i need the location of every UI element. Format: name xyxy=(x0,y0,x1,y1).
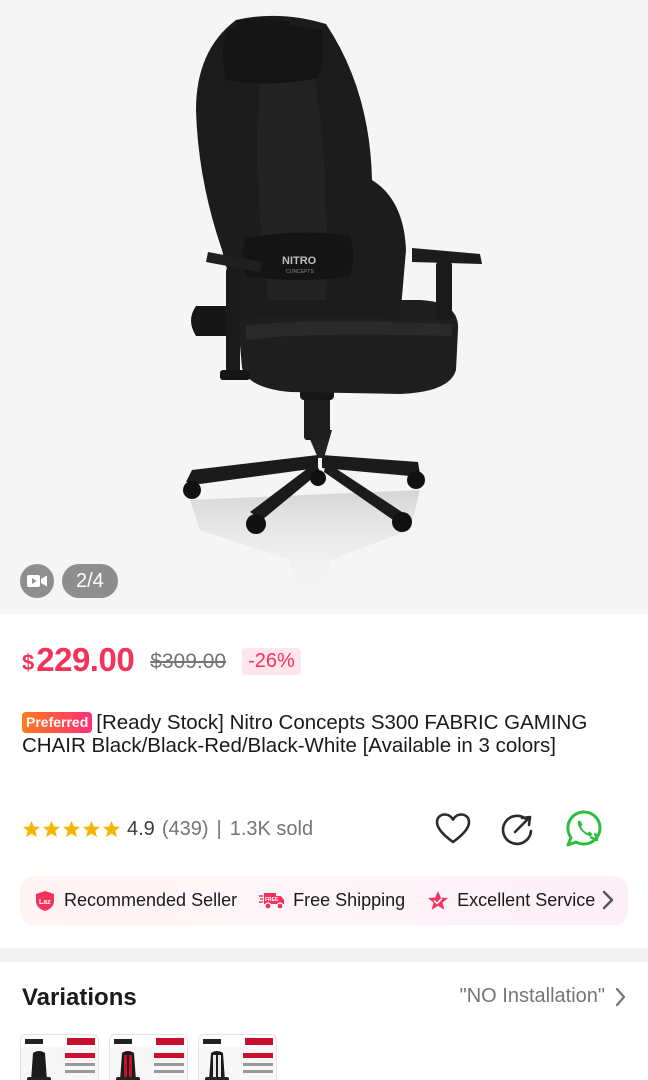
variation-image xyxy=(21,1035,98,1080)
service-label: Recommended Seller xyxy=(64,890,238,910)
star-icon xyxy=(42,820,61,837)
variation-thumb-black-white[interactable] xyxy=(198,1034,277,1080)
preferred-badge: Preferred xyxy=(22,712,93,733)
free-shipping-truck-icon: FREE xyxy=(259,892,285,910)
image-counter: 2/4 xyxy=(62,564,118,598)
wishlist-button[interactable] xyxy=(432,808,474,850)
service-label: Free Shipping xyxy=(293,890,406,910)
chevron-right-icon xyxy=(602,890,614,910)
service-excellent-service[interactable]: Excellent Service xyxy=(427,890,595,912)
variations-title: Variations xyxy=(22,984,137,1011)
variation-thumb-black[interactable] xyxy=(20,1034,99,1080)
svg-text:Laz: Laz xyxy=(39,899,51,906)
services-more-button[interactable] xyxy=(602,890,614,915)
star-icon xyxy=(22,820,41,837)
share-icon xyxy=(501,814,533,846)
rating-stars xyxy=(22,820,121,839)
sold-count: 1.3K sold xyxy=(229,817,314,840)
section-divider xyxy=(0,948,648,962)
chevron-right-icon xyxy=(615,987,626,1006)
product-image: NITRO CONCEPTS xyxy=(183,15,482,610)
rating-row[interactable]: 4.9 (439) | 1.3K sold xyxy=(22,814,313,844)
product-title: Preferred [Ready Stock] Nitro Concepts S3… xyxy=(22,711,622,757)
star-icon xyxy=(82,820,101,837)
star-icon xyxy=(62,820,81,837)
laz-badge-icon: Laz xyxy=(36,890,54,911)
variation-image xyxy=(110,1035,187,1080)
share-button[interactable] xyxy=(497,808,539,850)
svg-text:FREE: FREE xyxy=(265,897,279,903)
star-icon xyxy=(102,820,121,837)
price-currency: $ xyxy=(22,650,35,675)
original-price: $309.00 xyxy=(150,650,227,673)
discount-badge: -26% xyxy=(242,648,301,675)
product-title-text: [Ready Stock] Nitro Concepts S300 FABRIC… xyxy=(22,711,588,757)
heart-icon xyxy=(435,813,471,844)
video-camera-icon xyxy=(27,575,47,587)
whatsapp-share-button[interactable] xyxy=(563,808,605,850)
service-free-shipping[interactable]: FREE Free Shipping xyxy=(259,890,405,911)
product-image-gallery[interactable]: NITRO CONCEPTS 2/4 xyxy=(0,0,648,614)
variations-selector[interactable]: "NO Installation" xyxy=(460,985,626,1008)
service-recommended-seller[interactable]: Laz Recommended Seller xyxy=(34,890,237,912)
review-count[interactable]: (439) xyxy=(162,818,209,841)
variation-thumbnails xyxy=(20,1034,277,1080)
rating-score: 4.9 xyxy=(127,817,155,840)
variation-image xyxy=(199,1035,276,1080)
rating-separator: | xyxy=(216,817,222,840)
excellent-service-star-icon xyxy=(428,890,449,910)
service-label: Excellent Service xyxy=(457,890,596,910)
price-row: $ 229.00 $309.00 -26% xyxy=(22,638,301,682)
video-button[interactable] xyxy=(20,564,54,598)
service-highlights[interactable]: Laz Recommended Seller FREE Free Shippin… xyxy=(20,876,628,925)
chair-logo-top: NITRO xyxy=(282,255,317,267)
chair-logo-bottom: CONCEPTS xyxy=(286,269,314,275)
selected-variation: "NO Installation" xyxy=(459,985,605,1007)
whatsapp-icon xyxy=(566,810,602,847)
variation-thumb-black-red[interactable] xyxy=(109,1034,188,1080)
current-price: 229.00 xyxy=(36,641,135,678)
